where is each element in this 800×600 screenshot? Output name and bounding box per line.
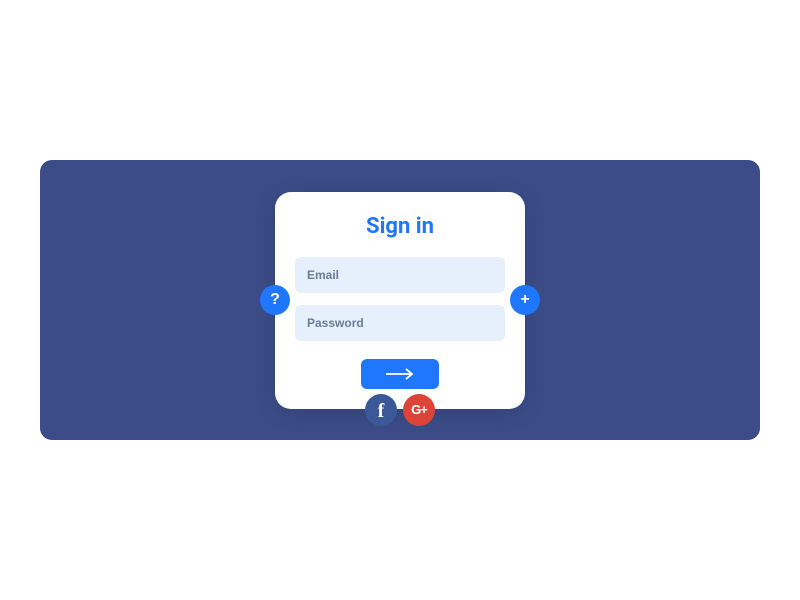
google-plus-icon: G+	[411, 402, 427, 417]
email-field[interactable]	[295, 257, 505, 293]
question-mark-icon: ?	[270, 291, 280, 309]
submit-button[interactable]	[361, 359, 439, 389]
help-button[interactable]: ?	[260, 285, 290, 315]
facebook-login-button[interactable]: f	[365, 394, 397, 426]
social-login-row: f G+	[365, 394, 435, 426]
add-button[interactable]: +	[510, 285, 540, 315]
google-login-button[interactable]: G+	[403, 394, 435, 426]
signin-title: Sign in	[295, 214, 505, 239]
facebook-icon: f	[378, 400, 385, 423]
password-field[interactable]	[295, 305, 505, 341]
arrow-right-icon	[384, 368, 416, 380]
login-panel-background: Sign in ? + f G+	[40, 160, 760, 440]
plus-icon: +	[520, 291, 529, 309]
signin-card: Sign in ? + f G+	[275, 192, 525, 409]
